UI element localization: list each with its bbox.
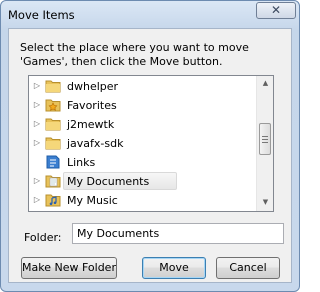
scroll-thumb[interactable] [259, 123, 271, 155]
documents-folder-icon [45, 174, 61, 188]
tree-item[interactable]: ▷ Favorites [29, 96, 257, 115]
tree-item[interactable]: ▷ My Music [29, 191, 257, 210]
move-items-dialog: Move Items ✕ Select the place where you … [0, 0, 300, 292]
scroll-down-icon[interactable]: ▼ [258, 195, 273, 210]
tree-item[interactable]: ▷ javafx-sdk [29, 134, 257, 153]
tree-item-label: j2mewtk [67, 118, 115, 131]
tree-item-label: javafx-sdk [67, 137, 124, 150]
tree-item[interactable]: Links [29, 153, 257, 172]
folder-label: Folder: [24, 231, 62, 244]
tree-item-label: My Documents [67, 175, 150, 188]
close-icon: ✕ [270, 3, 282, 17]
scroll-up-icon[interactable]: ▲ [258, 76, 273, 91]
expand-arrow-icon[interactable]: ▷ [33, 176, 41, 186]
expand-arrow-icon[interactable]: ▷ [33, 100, 41, 110]
expand-arrow-icon[interactable]: ▷ [33, 138, 41, 148]
move-button[interactable]: Move [142, 257, 206, 279]
tree-item[interactable]: ▷ My Documents [29, 172, 257, 191]
folder-icon [45, 117, 61, 131]
expand-arrow-icon[interactable]: ▷ [33, 81, 41, 91]
expand-arrow-icon[interactable]: ▷ [33, 195, 41, 205]
close-button[interactable]: ✕ [256, 2, 296, 19]
tree-scrollbar[interactable]: ▲ ▼ [256, 76, 273, 211]
scroll-grip-icon [262, 136, 268, 144]
tree-item[interactable]: ▷ j2mewtk [29, 115, 257, 134]
dialog-body: Select the place where you want to move … [8, 28, 292, 283]
cancel-button[interactable]: Cancel [216, 257, 280, 279]
folder-tree[interactable]: ▷ dwhelper ▷ Favorites ▷ j2mewtk ▷ javafx-sdk Li… [28, 75, 274, 212]
make-new-folder-button[interactable]: Make New Folder [21, 257, 117, 279]
tree-item-label: Links [67, 156, 96, 169]
music-folder-icon [45, 193, 61, 207]
folder-field[interactable] [72, 223, 284, 244]
folder-icon [45, 79, 61, 93]
title-bar[interactable]: Move Items ✕ [1, 1, 299, 29]
tree-item[interactable]: ▷ dwhelper [29, 77, 257, 96]
expand-arrow-icon[interactable]: ▷ [33, 119, 41, 129]
links-folder-icon [45, 155, 61, 169]
folder-icon [45, 136, 61, 150]
dialog-title: Move Items [8, 8, 75, 22]
tree-item-label: My Music [67, 194, 118, 207]
tree-item-label: dwhelper [67, 80, 119, 93]
tree-item-label: Favorites [67, 99, 117, 112]
instructions-text: Select the place where you want to move … [20, 41, 249, 68]
favorites-folder-icon [45, 98, 61, 112]
